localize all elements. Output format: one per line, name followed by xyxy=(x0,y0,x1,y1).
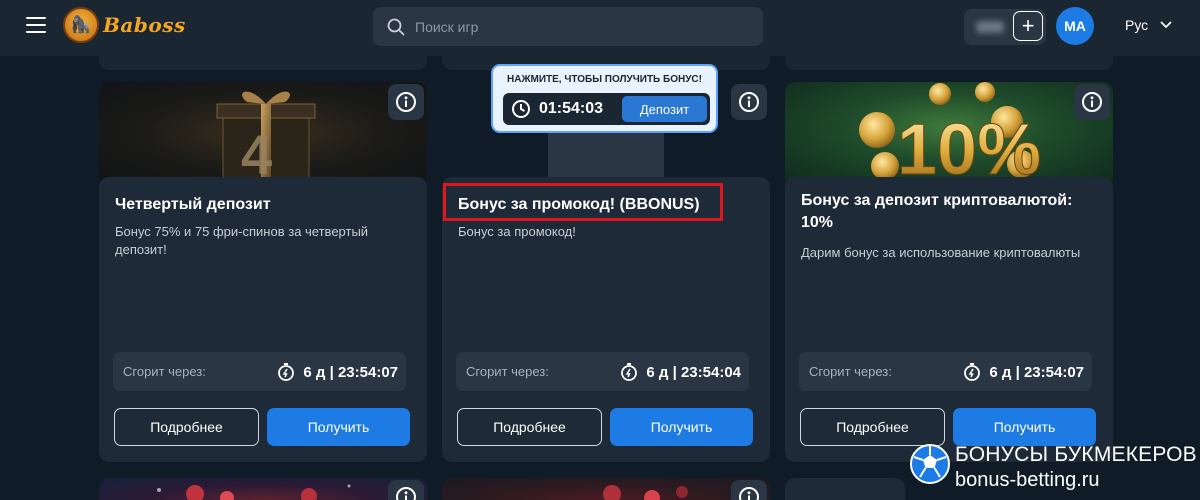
expiry-timer: 6 д | 23:54:07 xyxy=(963,362,1084,382)
expiry-time-value: 6 д | 23:54:07 xyxy=(989,363,1084,381)
expiry-row: Сгорит через: 6 д | 23:54:07 xyxy=(799,352,1092,391)
card-banner-fourth-deposit: 4 xyxy=(99,82,427,182)
expiry-label: Сгорит через: xyxy=(466,364,549,379)
expiry-timer: 6 д | 23:54:04 xyxy=(620,362,741,382)
card-above-1 xyxy=(99,56,427,70)
expiry-row: Сгорит через: 6 д | 23:54:04 xyxy=(456,352,749,391)
bonus-card: Четвертый депозит Бонус 75% и 75 фри-спи… xyxy=(99,177,427,462)
card-title: Четвертый депозит xyxy=(115,196,271,213)
menu-icon[interactable] xyxy=(26,17,46,35)
stopwatch-icon xyxy=(621,363,638,381)
expiry-time-value: 6 д | 23:54:07 xyxy=(303,363,398,381)
crypto-coins-illustration: 10% xyxy=(859,82,1042,182)
card-above-3 xyxy=(785,56,1113,70)
card-info-button[interactable] xyxy=(388,84,424,120)
card-description: Дарим бонус за использование криптовалют… xyxy=(801,245,1081,260)
casino-chips-illustration xyxy=(603,485,688,500)
card-below-1 xyxy=(99,478,427,500)
logo-text: Baboss xyxy=(103,13,186,37)
card-description: Бонус 75% и 75 фри-спинов за четвертый д… xyxy=(115,224,369,257)
search-bar[interactable] xyxy=(373,7,763,46)
chevron-down-icon xyxy=(1160,21,1172,29)
language-label: Рус xyxy=(1125,17,1149,33)
stopwatch-icon xyxy=(964,363,981,381)
expiry-row: Сгорит через: 6 д | 23:54:07 xyxy=(113,352,406,391)
timer-box: 01:54:03 Депозит xyxy=(503,93,710,125)
countdown: 01:54:03 xyxy=(511,99,603,119)
info-icon xyxy=(1082,92,1102,112)
info-icon xyxy=(396,487,416,500)
language-selector[interactable]: Рус xyxy=(1125,17,1172,33)
stopwatch-icon xyxy=(278,363,295,381)
claim-button[interactable]: Получить xyxy=(267,408,410,446)
info-icon xyxy=(739,92,759,112)
info-icon xyxy=(396,92,416,112)
deposit-plus-button[interactable]: + xyxy=(1013,11,1043,41)
top-header: 🦍 Baboss + MA Рус xyxy=(0,0,1200,56)
card-description: Бонус за промокод! xyxy=(458,224,576,239)
card-info-button[interactable] xyxy=(731,480,767,500)
timer-heading: НАЖМИТЕ, ЧТОБЫ ПОЛУЧИТЬ БОНУС! xyxy=(507,74,702,85)
claim-button[interactable]: Получить xyxy=(610,408,753,446)
expiry-label: Сгорит через: xyxy=(123,364,206,379)
logo-mascot-icon: 🦍 xyxy=(63,7,99,43)
svg-text:10%: 10% xyxy=(897,110,1041,182)
watermark-url: bonus-betting.ru xyxy=(955,469,1100,491)
watermark: БОНУСЫ БУКМЕКЕРОВ bonus-betting.ru xyxy=(909,440,1199,500)
card-info-button[interactable] xyxy=(731,84,767,120)
bonus-card: Бонус за промокод! (BBONUS) Бонус за про… xyxy=(442,177,770,462)
card-title: Бонус за промокод! (BBONUS) xyxy=(458,196,700,213)
soccer-ball-icon xyxy=(910,444,950,484)
user-avatar[interactable]: MA xyxy=(1056,7,1094,45)
details-button[interactable]: Подробнее xyxy=(457,408,602,446)
card-below-3 xyxy=(785,478,905,500)
deposit-button[interactable]: Депозит xyxy=(622,96,707,122)
card-info-button[interactable] xyxy=(388,480,424,500)
countdown-value: 01:54:03 xyxy=(539,100,604,117)
card-below-2 xyxy=(442,478,770,500)
card-info-button[interactable] xyxy=(1074,84,1110,120)
expiry-timer: 6 д | 23:54:07 xyxy=(277,362,398,382)
search-icon xyxy=(387,18,405,35)
balance-value-blurred xyxy=(976,21,1004,33)
card-title: Бонус за депозит криптовалютой: 10% xyxy=(801,192,1073,231)
site-logo[interactable]: 🦍 Baboss xyxy=(63,7,186,43)
watermark-title: БОНУСЫ БУКМЕКЕРОВ xyxy=(955,443,1197,466)
details-button[interactable]: Подробнее xyxy=(114,408,259,446)
casino-chips-illustration xyxy=(157,484,351,500)
bonus-timer-popup[interactable]: НАЖМИТЕ, ЧТОБЫ ПОЛУЧИТЬ БОНУС! 01:54:03 … xyxy=(491,64,718,133)
card-banner-crypto: 10% xyxy=(785,82,1113,182)
bonus-card: Бонус за депозит криптовалютой: 10% Дари… xyxy=(785,177,1113,462)
svg-text:4: 4 xyxy=(241,123,272,182)
expiry-label: Сгорит через: xyxy=(809,364,892,379)
search-input[interactable] xyxy=(415,18,735,35)
gift-box-illustration: 4 xyxy=(216,91,316,182)
clock-icon xyxy=(512,100,530,118)
expiry-time-value: 6 д | 23:54:04 xyxy=(646,363,741,381)
info-icon xyxy=(739,487,759,500)
